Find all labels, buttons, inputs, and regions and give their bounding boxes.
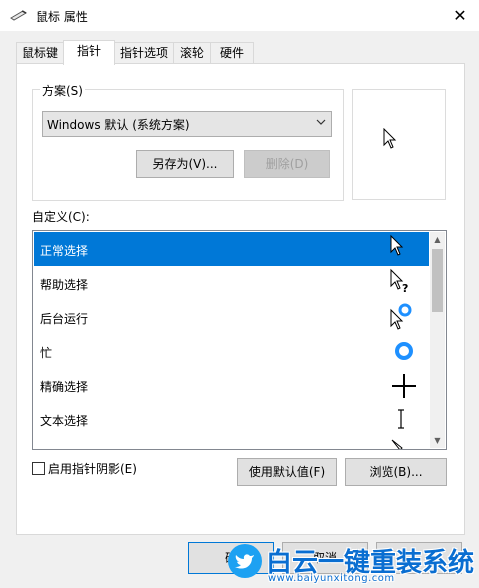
cursor-list[interactable]: 正常选择 帮助选择 ? 后台运行 忙 精确选择 文本选择 ▲ ▼ (32, 230, 447, 450)
list-item-label: 帮助选择 (40, 278, 89, 292)
list-item[interactable]: 忙 (34, 334, 429, 368)
title-bar: 鼠标 属性 ✕ (0, 0, 479, 31)
customize-label: 自定义(C): (32, 210, 90, 224)
bird-icon (228, 544, 262, 578)
scheme-group-label: 方案(S) (40, 82, 85, 99)
arrow-cursor-icon (383, 128, 397, 149)
working-in-background-cursor-icon (390, 303, 412, 330)
use-default-button[interactable]: 使用默认值(F) (237, 458, 337, 486)
list-item-label: 精确选择 (40, 380, 89, 394)
scheme-dropdown[interactable]: Windows 默认 (系统方案) (42, 111, 332, 137)
list-item[interactable] (34, 436, 429, 449)
list-item[interactable]: 后台运行 (34, 300, 429, 334)
pointer-shadow-checkbox[interactable] (32, 462, 45, 475)
tab-wheel[interactable]: 滚轮 (173, 42, 211, 63)
list-item-label: 文本选择 (40, 414, 89, 428)
text-cursor-icon (398, 409, 404, 429)
busy-cursor-icon (395, 342, 413, 360)
list-item-label: 正常选择 (40, 244, 89, 258)
watermark-url: www.baiyunxitong.com (268, 573, 395, 584)
scroll-up-icon[interactable]: ▲ (430, 232, 445, 247)
window-title: 鼠标 属性 (36, 10, 88, 24)
precision-cursor-icon (392, 374, 416, 398)
list-item[interactable]: 精确选择 (34, 368, 429, 402)
list-item-label: 后台运行 (40, 312, 89, 326)
scroll-down-icon[interactable]: ▼ (430, 433, 445, 448)
tab-pointers[interactable]: 指针 (63, 40, 115, 65)
list-item[interactable]: 帮助选择 ? (34, 266, 429, 300)
chevron-down-icon (316, 119, 326, 125)
tab-mouse-buttons[interactable]: 鼠标键 (16, 42, 64, 63)
arrow-cursor-icon (390, 234, 404, 256)
handwriting-cursor-icon (391, 439, 403, 449)
cursor-preview (352, 89, 446, 200)
tab-hardware[interactable]: 硬件 (210, 42, 254, 63)
scheme-group (32, 89, 344, 201)
browse-button[interactable]: 浏览(B)... (345, 458, 447, 486)
close-button[interactable]: ✕ (441, 0, 479, 31)
scrollbar-thumb[interactable] (432, 249, 443, 312)
watermark-logo: 白云一键重装系统 www.baiyunxitong.com (220, 540, 475, 588)
tab-pointer-options[interactable]: 指针选项 (114, 42, 174, 63)
list-item[interactable]: 正常选择 (34, 232, 429, 266)
list-item-label: 忙 (40, 346, 53, 360)
svg-text:?: ? (402, 282, 408, 295)
pointer-shadow-label: 启用指针阴影(E) (48, 462, 137, 476)
save-as-button[interactable]: 另存为(V)... (136, 150, 234, 178)
mouse-icon (10, 10, 27, 21)
delete-button[interactable]: 删除(D) (244, 150, 330, 178)
scheme-dropdown-value: Windows 默认 (系统方案) (47, 118, 190, 132)
scrollbar[interactable]: ▲ ▼ (430, 232, 445, 448)
help-cursor-icon: ? (390, 268, 408, 295)
list-item[interactable]: 文本选择 (34, 402, 429, 436)
